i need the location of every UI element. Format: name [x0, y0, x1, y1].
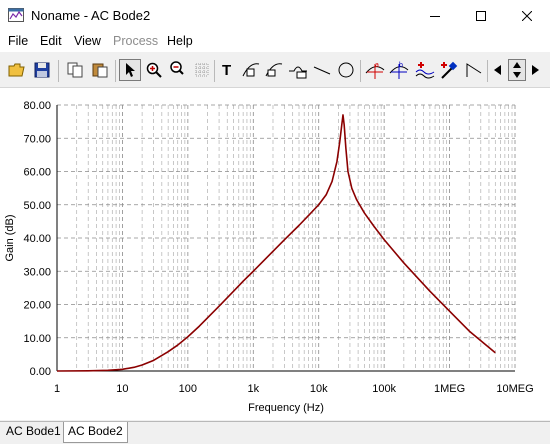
y-tick-label: 70.00 — [23, 133, 51, 145]
tab-ac-bode2[interactable]: AC Bode2 — [63, 422, 128, 443]
x-tick-label: 1k — [247, 383, 259, 395]
plot-area[interactable]: 0.00 10.00 20.00 30.00 40.00 50.00 60.00 70.00 8… — [0, 88, 550, 420]
app-icon — [8, 8, 24, 22]
marker-icon — [441, 61, 458, 79]
svg-text:T: T — [222, 62, 231, 78]
line-icon — [313, 66, 331, 75]
y-tick-label: 20.00 — [23, 300, 51, 312]
zoom-100-icon — [170, 61, 184, 75]
menu-file[interactable]: File — [8, 34, 28, 48]
cursor-b-icon: b — [389, 62, 409, 79]
sheet-tabs: AC Bode1 AC Bode2 — [0, 421, 550, 444]
cursor-b-button[interactable]: b — [388, 59, 410, 81]
zoom-in-icon — [146, 62, 162, 78]
cursor-a-button[interactable]: a — [364, 59, 386, 81]
copy-icon — [67, 62, 83, 78]
paste-icon — [92, 63, 108, 78]
pointer-icon — [126, 63, 135, 77]
y-tick-label: 40.00 — [23, 233, 51, 245]
window-title: Noname - AC Bode2 — [31, 8, 151, 23]
x-tick-label: 10 — [116, 383, 128, 395]
pointer-button[interactable] — [119, 59, 141, 81]
grid-icon — [195, 63, 209, 77]
scroll-updown-button[interactable] — [508, 59, 526, 81]
close-button[interactable] — [504, 0, 550, 31]
x-tick-label: 10MEG — [496, 383, 533, 395]
x-axis-title: Frequency (Hz) — [248, 402, 324, 414]
line-button[interactable] — [311, 59, 333, 81]
x-tick-label: 100k — [372, 383, 396, 395]
toolbar-separator — [58, 60, 59, 82]
scroll-right-icon — [532, 65, 539, 75]
circle-icon — [338, 62, 354, 78]
open-folder-icon — [8, 63, 25, 77]
text-icon: T — [222, 62, 231, 78]
y-tick-label: 10.00 — [23, 333, 51, 345]
curve-label-2-button[interactable] — [263, 59, 285, 81]
minimize-button[interactable] — [412, 0, 458, 31]
toolbar: T a b — [0, 54, 550, 88]
menu-bar: File Edit View Process Help — [0, 31, 550, 52]
step-button[interactable] — [463, 59, 485, 81]
cursor-a-icon: a — [365, 62, 385, 79]
y-tick-label: 0.00 — [30, 366, 51, 378]
toolbar-separator — [360, 60, 361, 82]
toolbar-separator — [115, 60, 116, 82]
menu-view[interactable]: View — [74, 34, 101, 48]
menu-edit[interactable]: Edit — [40, 34, 62, 48]
menu-help[interactable]: Help — [167, 34, 193, 48]
curve-label-2-icon — [265, 63, 283, 77]
toolbar-separator — [487, 60, 488, 82]
y-tick-label: 50.00 — [23, 200, 51, 212]
bode-chart[interactable]: 0.00 10.00 20.00 30.00 40.00 50.00 60.00 70.00 8… — [0, 88, 550, 420]
text-button[interactable]: T — [217, 59, 239, 81]
zoom-in-button[interactable] — [143, 59, 165, 81]
scroll-left-icon — [494, 65, 501, 75]
close-icon — [522, 10, 532, 21]
circle-button[interactable] — [335, 59, 357, 81]
open-button[interactable] — [6, 59, 28, 81]
x-tick-label: 10k — [310, 383, 328, 395]
y-tick-label: 60.00 — [23, 167, 51, 179]
minimize-icon — [430, 15, 440, 17]
curve-label-button[interactable] — [240, 59, 262, 81]
svg-text:b: b — [399, 62, 403, 69]
add-curve-icon — [415, 62, 435, 79]
curve-label-3-button[interactable] — [287, 59, 309, 81]
save-button[interactable] — [31, 59, 53, 81]
copy-button[interactable] — [64, 59, 86, 81]
menu-process[interactable]: Process — [113, 34, 158, 48]
zoom-100-button[interactable] — [167, 59, 189, 81]
scroll-updown-icon — [513, 62, 521, 78]
title-bar: Noname - AC Bode2 — [0, 0, 550, 31]
curve-label-icon — [242, 63, 260, 77]
x-tick-label: 1MEG — [434, 383, 465, 395]
x-tick-label: 100 — [179, 383, 197, 395]
grid-button[interactable] — [191, 59, 213, 81]
scroll-left-button[interactable] — [489, 59, 505, 81]
save-icon — [34, 62, 50, 78]
toolbar-separator — [214, 60, 215, 82]
maximize-icon — [476, 10, 486, 21]
add-curve-button[interactable] — [414, 59, 436, 81]
y-tick-label: 80.00 — [23, 100, 51, 112]
y-tick-label: 30.00 — [23, 266, 51, 278]
curve-label-3-icon — [289, 66, 307, 79]
tab-ac-bode1[interactable]: AC Bode1 — [2, 422, 65, 441]
marker-button[interactable] — [438, 59, 460, 81]
y-axis-title: Gain (dB) — [4, 214, 16, 261]
svg-text:a: a — [375, 62, 379, 69]
step-icon — [466, 63, 482, 77]
scroll-right-button[interactable] — [528, 59, 544, 81]
paste-button[interactable] — [89, 59, 111, 81]
maximize-button[interactable] — [458, 0, 504, 31]
x-tick-label: 1 — [54, 383, 60, 395]
